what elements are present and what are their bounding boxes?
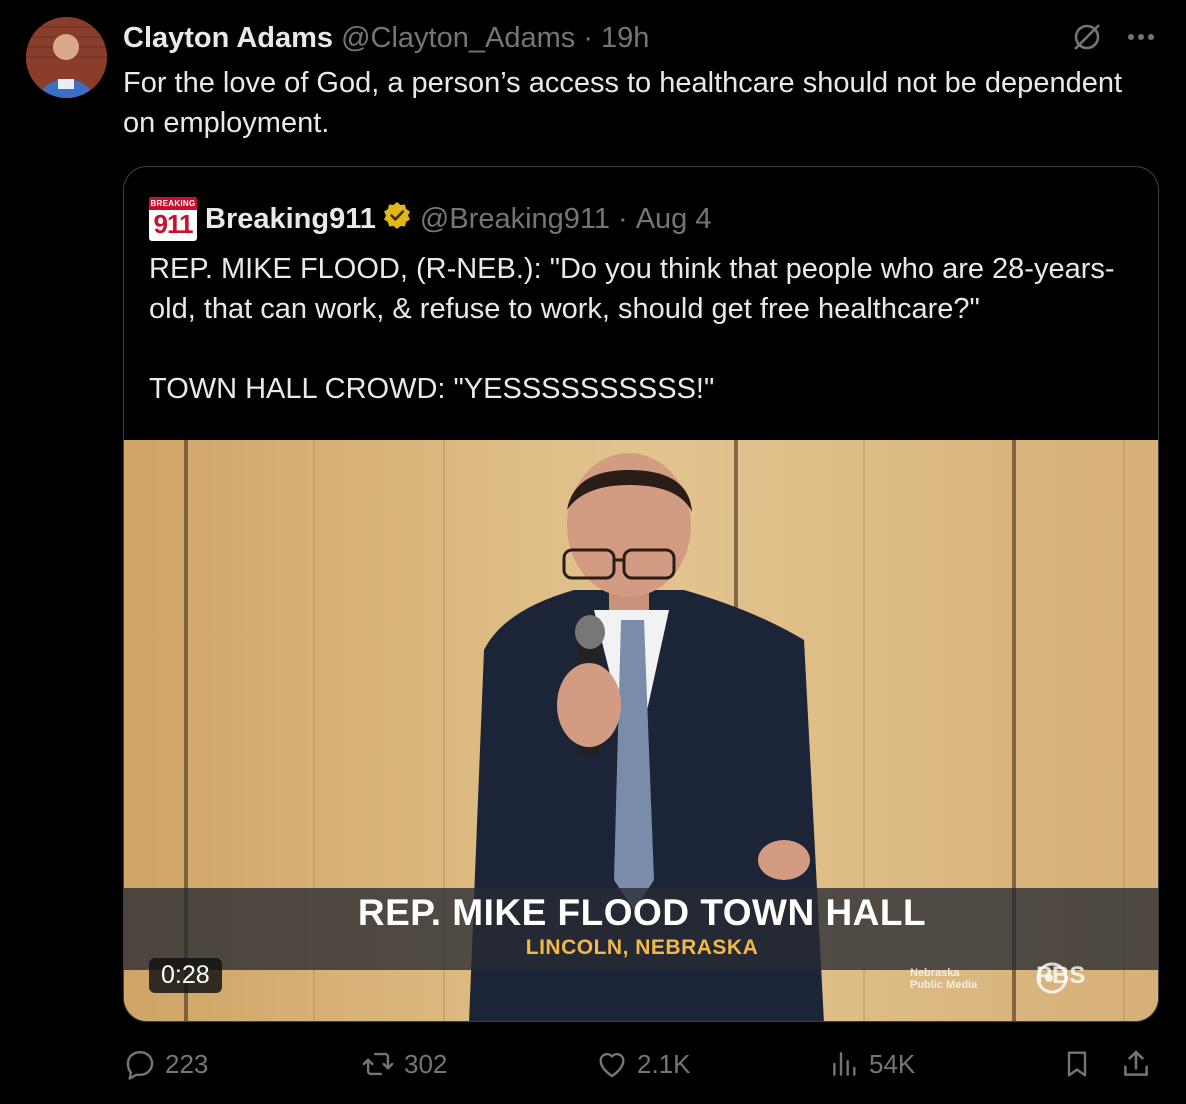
author-name[interactable]: Clayton Adams xyxy=(123,22,333,54)
lower-third-title: REP. MIKE FLOOD TOWN HALL xyxy=(357,892,927,933)
views-button[interactable]: 54K xyxy=(829,1047,915,1081)
quoted-tweet-text: REP. MIKE FLOOD, (R-NEB.): "Do you think… xyxy=(149,253,1115,405)
author-avatar[interactable] xyxy=(26,17,107,98)
reply-count: 223 xyxy=(165,1048,209,1079)
tweet-text: For the love of God, a person’s access t… xyxy=(123,67,1123,139)
like-count: 2.1K xyxy=(637,1048,691,1079)
video-duration: 0:28 xyxy=(149,958,222,993)
more-options-icon[interactable] xyxy=(1126,32,1156,42)
bookmark-icon xyxy=(1067,1051,1087,1077)
author-handle[interactable]: @Clayton_Adams xyxy=(341,22,575,54)
top-right-controls xyxy=(1070,20,1156,54)
like-button[interactable]: 2.1K xyxy=(595,1047,691,1081)
watermark-line2: Public Media xyxy=(910,979,978,991)
view-count: 54K xyxy=(869,1048,916,1079)
quoted-author-name[interactable]: Breaking911 xyxy=(205,203,376,236)
tweet-actions: 223 302 2.1K 54K xyxy=(123,1047,1159,1089)
verified-badge-icon xyxy=(382,200,412,238)
pbs-logo-icon xyxy=(1036,962,1068,994)
quoted-tweet-header: BREAKING 911 Breaking911 @Breaking911 · … xyxy=(149,197,712,241)
quoted-separator: · xyxy=(618,202,628,235)
repost-count: 302 xyxy=(404,1048,448,1079)
quoted-author-avatar[interactable]: BREAKING 911 xyxy=(149,197,197,241)
video-player[interactable]: REP. MIKE FLOOD TOWN HALL LINCOLN, NEBRA… xyxy=(124,440,1158,1021)
reply-button[interactable]: 223 xyxy=(123,1047,208,1081)
grok-icon[interactable] xyxy=(1070,20,1104,54)
logo-number-text: 911 xyxy=(153,209,194,239)
nebraska-public-media-watermark: Nebraska Public Media xyxy=(910,967,977,991)
bookmark-button[interactable] xyxy=(1061,1047,1093,1081)
watermark-line1: Nebraska xyxy=(910,967,960,979)
quoted-date[interactable]: Aug 4 xyxy=(636,203,712,236)
analytics-icon xyxy=(833,1052,856,1076)
quoted-author-handle[interactable]: @Breaking911 xyxy=(420,203,610,236)
header-separator: · xyxy=(583,22,593,54)
heart-icon xyxy=(599,1052,625,1078)
quoted-tweet[interactable]: BREAKING 911 Breaking911 @Breaking911 · … xyxy=(123,166,1159,1022)
tweet-header: Clayton Adams @Clayton_Adams · 19h xyxy=(123,20,649,56)
share-button[interactable] xyxy=(1119,1047,1153,1081)
repost-icon xyxy=(362,1052,394,1076)
reply-icon xyxy=(126,1051,154,1080)
share-icon xyxy=(1124,1050,1148,1076)
lower-third-subtitle: LINCOLN, NEBRASKA xyxy=(525,936,759,959)
pbs-watermark: PBS xyxy=(1036,962,1085,994)
repost-button[interactable]: 302 xyxy=(360,1047,447,1081)
avatar-image xyxy=(26,17,107,98)
tweet-time[interactable]: 19h xyxy=(601,22,649,54)
